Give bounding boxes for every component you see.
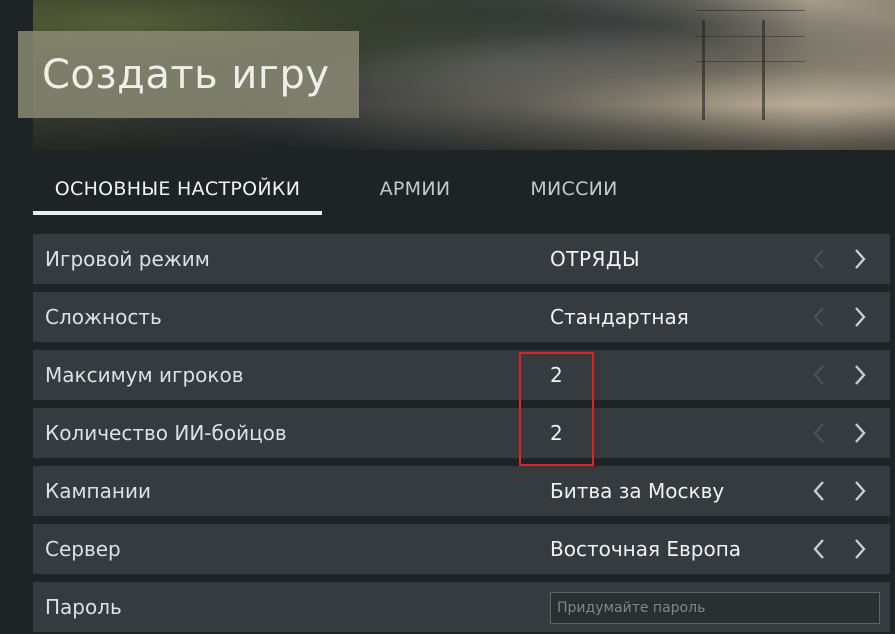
setting-label: Максимум игроков (45, 363, 244, 387)
chevron-right-icon[interactable] (845, 303, 873, 331)
password-input[interactable] (550, 592, 880, 624)
chevron-left-icon[interactable] (806, 535, 834, 563)
chevron-left-icon[interactable] (806, 361, 834, 389)
create-game-screen: Создать игру ОСНОВНЫЕ НАСТРОЙКИ АРМИИ МИ… (0, 0, 895, 634)
setting-value: 2 (550, 363, 563, 387)
setting-row-game-mode: Игровой режим ОТРЯДЫ (33, 234, 890, 284)
setting-row-campaigns: Кампании Битва за Москву (33, 466, 890, 516)
setting-value: Восточная Европа (550, 537, 742, 561)
chevron-left-icon[interactable] (806, 245, 834, 273)
setting-row-server: Сервер Восточная Европа (33, 524, 890, 574)
setting-row-ai-count: Количество ИИ-бойцов 2 (33, 408, 890, 458)
tab-missions[interactable]: МИССИИ (518, 167, 630, 213)
chevron-right-icon[interactable] (845, 245, 873, 273)
setting-row-password: Пароль (33, 582, 890, 632)
setting-label: Сложность (45, 305, 162, 329)
chevron-left-icon[interactable] (806, 419, 834, 447)
tab-basic-settings[interactable]: ОСНОВНЫЕ НАСТРОЙКИ (33, 167, 322, 215)
chevron-left-icon[interactable] (806, 477, 834, 505)
chevron-right-icon[interactable] (845, 477, 873, 505)
setting-value: 2 (550, 421, 563, 445)
setting-value: Стандартная (550, 305, 689, 329)
banner-fence-decoration (695, 10, 805, 100)
setting-label: Пароль (45, 595, 122, 619)
setting-label: Сервер (45, 537, 121, 561)
page-title-box: Создать игру (18, 31, 359, 118)
chevron-right-icon[interactable] (845, 535, 873, 563)
page-title: Создать игру (42, 51, 330, 98)
chevron-right-icon[interactable] (845, 419, 873, 447)
chevron-left-icon[interactable] (806, 303, 834, 331)
setting-row-difficulty: Сложность Стандартная (33, 292, 890, 342)
chevron-right-icon[interactable] (845, 361, 873, 389)
setting-label: Кампании (45, 479, 151, 503)
setting-value: Битва за Москву (550, 479, 725, 503)
tab-armies[interactable]: АРМИИ (363, 167, 467, 213)
setting-value: ОТРЯДЫ (550, 247, 641, 271)
setting-row-max-players: Максимум игроков 2 (33, 350, 890, 400)
setting-label: Игровой режим (45, 247, 210, 271)
setting-label: Количество ИИ-бойцов (45, 421, 287, 445)
